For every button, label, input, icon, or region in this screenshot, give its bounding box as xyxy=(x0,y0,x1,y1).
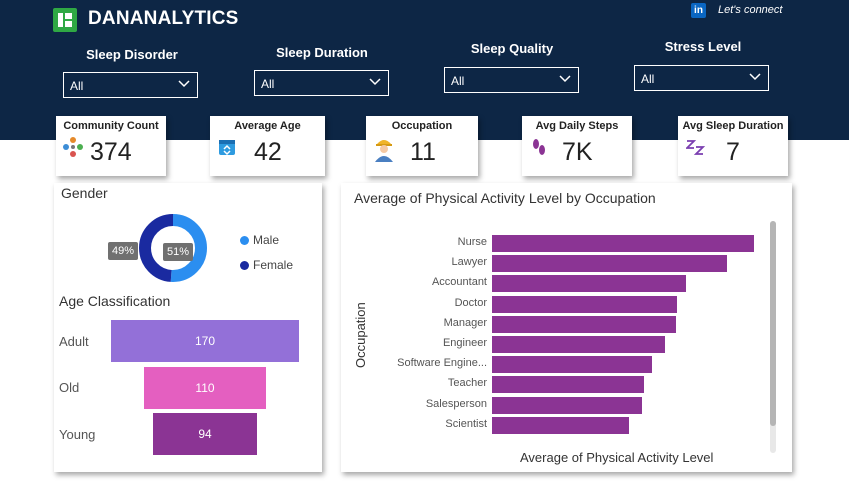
category-label: Accountant xyxy=(431,276,487,289)
bar-teacher[interactable] xyxy=(492,376,645,394)
stress-level-dropdown[interactable]: All xyxy=(634,65,769,91)
bar-manager[interactable] xyxy=(492,315,676,333)
legend-male-dot xyxy=(240,236,249,245)
kpi-title: Community Count xyxy=(63,120,159,132)
chevron-down-icon xyxy=(559,75,571,83)
kpi-value: 7 xyxy=(726,138,740,166)
male-pct-label: 51% xyxy=(163,243,193,261)
worker-icon xyxy=(375,140,393,162)
category-label: Salesperson xyxy=(425,397,487,410)
dropdown-value: All xyxy=(70,79,84,93)
connect-link[interactable]: Let's connect xyxy=(718,4,782,16)
kpi-card-avg-daily-steps: Avg Daily Steps 7K xyxy=(522,116,632,176)
category-label: Engineer xyxy=(442,337,487,349)
gender-title: Gender xyxy=(61,185,108,201)
x-axis-title: Average of Physical Activity Level xyxy=(520,450,714,465)
linkedin-icon[interactable]: in xyxy=(691,3,706,18)
kpi-title: Occupation xyxy=(391,120,453,132)
kpi-value: 42 xyxy=(254,138,282,166)
female-pct-label: 49% xyxy=(108,242,138,260)
kpi-value: 374 xyxy=(90,138,132,166)
bar-accountant[interactable] xyxy=(492,275,686,293)
bar-chart-area: Nurse Lawyer Accountant Doctor Manager Engine… xyxy=(341,183,792,472)
kpi-card-occupation: Occupation 11 xyxy=(366,116,478,176)
slicer-title-sleep-disorder: Sleep Disorder xyxy=(86,47,178,62)
community-icon xyxy=(63,137,83,157)
age-classification-title: Age Classification xyxy=(59,293,171,309)
category-label: Scientist xyxy=(445,417,487,430)
footsteps-icon xyxy=(533,139,545,155)
bar-lawyer[interactable] xyxy=(492,255,727,273)
legend-female-dot xyxy=(240,261,249,270)
kpi-value: 11 xyxy=(410,138,436,166)
calendar-icon xyxy=(219,140,235,156)
funnel-bar-young[interactable]: 94 xyxy=(153,413,257,455)
sleep-disorder-dropdown[interactable]: All xyxy=(63,72,198,98)
brand-title: DANANALYTICS xyxy=(88,8,239,29)
gender-age-panel: Gender 49% 51% Male Female Age Classific… xyxy=(54,183,322,472)
category-label: Lawyer xyxy=(451,256,487,269)
kpi-title: Avg Sleep Duration xyxy=(682,120,784,132)
brand-logo-icon xyxy=(53,8,77,32)
category-label: Teacher xyxy=(447,377,487,390)
category-label: Manager xyxy=(443,316,487,329)
kpi-card-average-age: Average Age 42 xyxy=(210,116,325,176)
category-label: Nurse xyxy=(457,236,487,248)
sleep-zz-icon xyxy=(686,140,706,155)
bar-software-engine[interactable] xyxy=(492,356,653,374)
kpi-title: Average Age xyxy=(234,120,301,132)
kpi-card-community-count: Community Count 374 xyxy=(56,116,166,176)
legend-female-label[interactable]: Female xyxy=(253,258,293,272)
dropdown-value: All xyxy=(451,74,465,88)
scrollbar-thumb[interactable] xyxy=(770,221,776,426)
category-label: Doctor xyxy=(454,296,487,309)
bar-doctor[interactable] xyxy=(492,295,677,313)
legend-male-label[interactable]: Male xyxy=(253,233,279,247)
chevron-down-icon xyxy=(178,80,190,88)
funnel-bar-adult[interactable]: 170 xyxy=(111,320,299,362)
chevron-down-icon xyxy=(369,78,381,86)
sleep-quality-dropdown[interactable]: All xyxy=(444,67,579,93)
slicer-title-sleep-duration: Sleep Duration xyxy=(276,45,368,60)
kpi-title: Avg Daily Steps xyxy=(535,120,619,132)
kpi-card-avg-sleep-duration: Avg Sleep Duration 7 xyxy=(678,116,788,176)
age-label-young: Young xyxy=(59,427,96,442)
slicer-title-sleep-quality: Sleep Quality xyxy=(470,41,554,56)
category-label: Software Engine... xyxy=(397,357,487,370)
age-label-old: Old xyxy=(59,380,80,395)
kpi-value: 7K xyxy=(562,138,593,166)
bar-nurse[interactable] xyxy=(492,235,755,252)
chevron-down-icon xyxy=(749,73,761,81)
activity-chart-panel: Average of Physical Activity Level by Oc… xyxy=(341,183,792,472)
slicer-title-stress-level: Stress Level xyxy=(664,39,742,54)
bar-salesperson[interactable] xyxy=(492,396,643,414)
funnel-bar-old[interactable]: 110 xyxy=(144,367,266,409)
chart-scrollbar[interactable] xyxy=(770,221,776,453)
age-label-adult: Adult xyxy=(59,334,89,349)
dropdown-value: All xyxy=(261,77,275,91)
sleep-duration-dropdown[interactable]: All xyxy=(254,70,389,96)
bar-scientist[interactable] xyxy=(492,416,629,434)
dropdown-value: All xyxy=(641,72,655,86)
bar-engineer[interactable] xyxy=(492,336,666,353)
